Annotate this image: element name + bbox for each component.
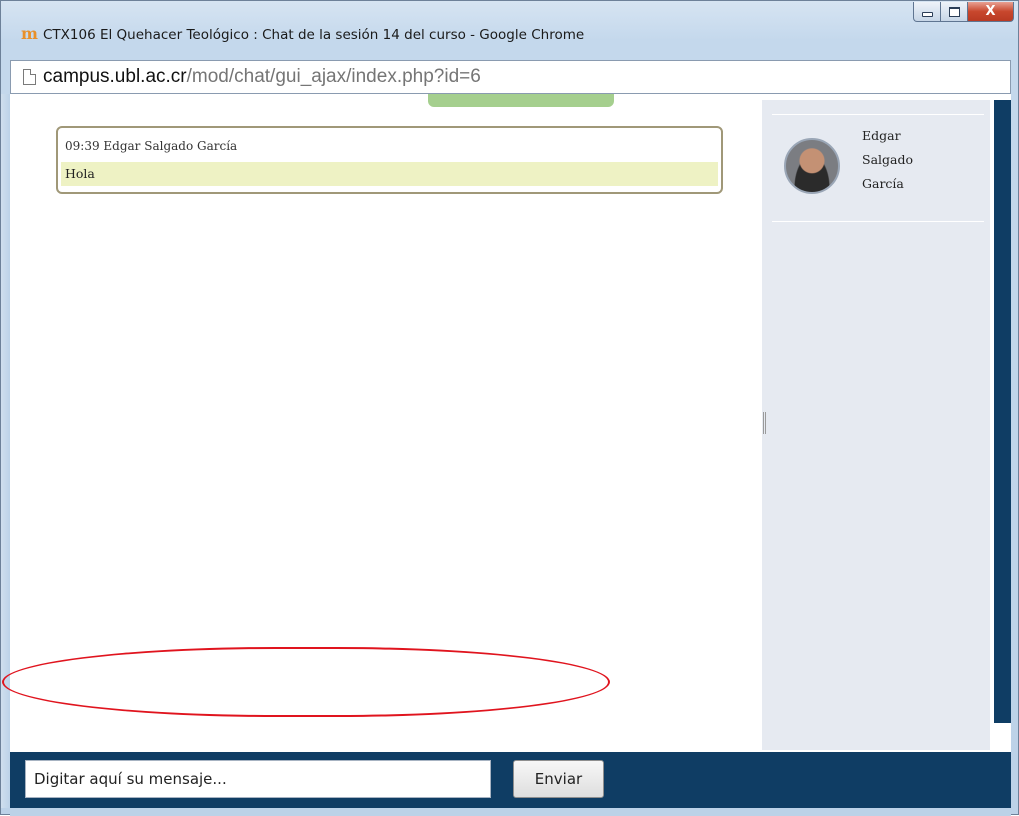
user-name-line: Salgado [862,152,913,167]
avatar[interactable] [784,138,840,194]
moodle-icon: m [21,24,38,43]
window-title: CTX106 El Quehacer Teológico : Chat de l… [43,27,585,43]
minimize-icon [921,12,933,17]
message-composer: Enviar [10,752,1011,808]
window-controls: X [913,2,1014,24]
scrollbar-track[interactable] [994,100,1011,723]
message-text-row: Hola [61,162,718,186]
status-tab [428,94,614,107]
divider [772,114,984,115]
message-text: Hola [65,166,95,181]
user-name-line: García [862,176,904,191]
user-name[interactable]: Edgar Salgado García [862,124,952,196]
window-left-edge [1,94,10,808]
url-host: campus.ubl.ac.cr [43,66,187,87]
maximize-icon [948,6,960,17]
user-name-line: Edgar [862,128,901,143]
title-bar[interactable]: m CTX106 El Quehacer Teológico : Chat de… [1,1,1019,53]
page-icon [23,69,36,85]
message-meta: 09:39 Edgar Salgado García [65,139,238,153]
users-list-panel: Edgar Salgado García [762,100,990,750]
chat-message: 09:39 Edgar Salgado García Hola [56,126,723,194]
browser-window: m CTX106 El Quehacer Teológico : Chat de… [0,0,1019,816]
close-icon: X [985,4,996,19]
url-path: /mod/chat/gui_ajax/index.php?id=6 [186,66,481,87]
page-viewport: 09:39 Edgar Salgado García Hola Edgar Sa… [10,94,1011,808]
minimize-button[interactable] [913,2,941,22]
message-input[interactable] [25,760,491,798]
close-button[interactable]: X [968,2,1014,22]
panel-splitter-handle[interactable] [763,412,766,434]
maximize-button[interactable] [941,2,968,22]
send-button[interactable]: Enviar [513,760,604,798]
url-text[interactable]: campus.ubl.ac.cr/mod/chat/gui_ajax/index… [43,65,481,89]
address-bar[interactable]: campus.ubl.ac.cr/mod/chat/gui_ajax/index… [10,60,1011,94]
divider [772,221,984,222]
